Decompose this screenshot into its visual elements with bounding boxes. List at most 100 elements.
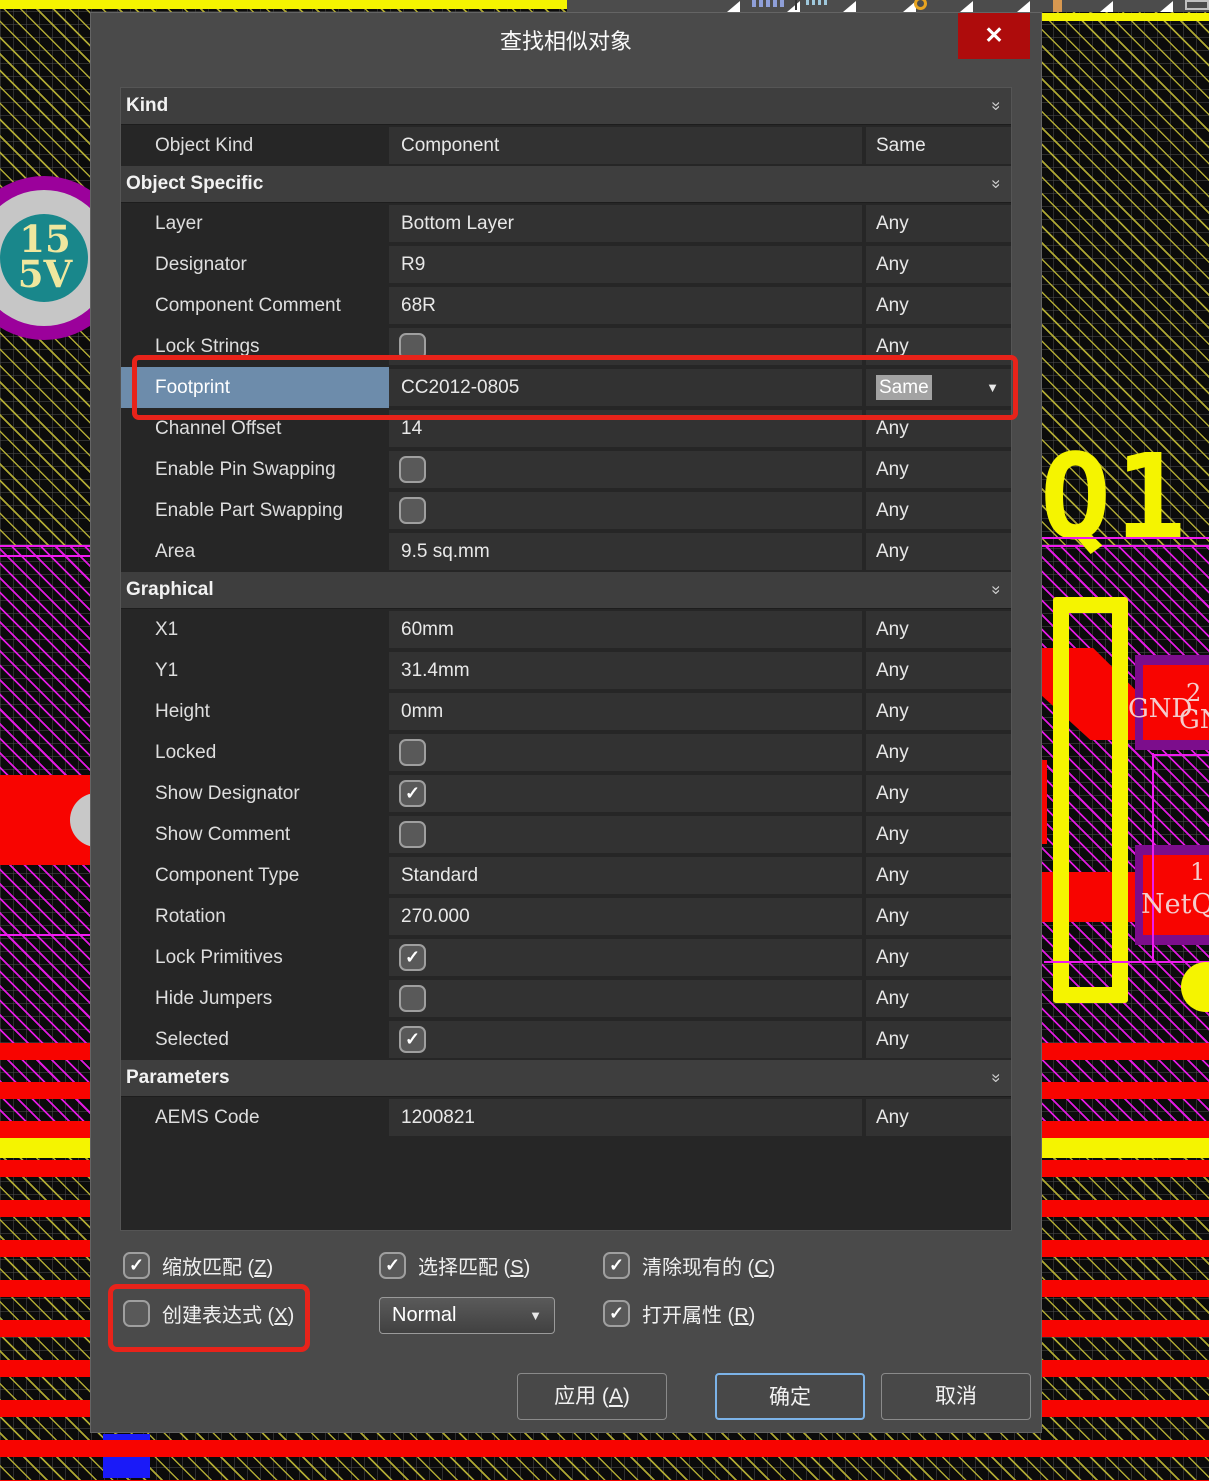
match-criteria-value: Any <box>876 619 909 640</box>
property-checkbox[interactable] <box>399 497 426 524</box>
property-row-component-comment: Component Comment68RAny <box>121 285 1011 326</box>
property-checkbox[interactable]: ✓ <box>399 1026 426 1053</box>
match-criteria-dropdown[interactable]: Any <box>866 775 1011 812</box>
match-criteria-dropdown[interactable]: Same▼ <box>866 369 1011 406</box>
property-value-field[interactable]: ✓ <box>389 775 862 812</box>
property-value-field[interactable]: 9.5 sq.mm <box>389 533 862 570</box>
property-value-field[interactable]: 68R <box>389 287 862 324</box>
cancel-button[interactable]: 取消 <box>881 1373 1031 1420</box>
pad-1-number: 1 <box>1190 858 1205 886</box>
collapse-chevron-icon[interactable]: » <box>978 585 1012 594</box>
property-checkbox[interactable] <box>399 739 426 766</box>
property-checkbox[interactable] <box>399 456 426 483</box>
swatch-icon[interactable] <box>1053 0 1062 12</box>
property-value-field[interactable] <box>389 328 862 365</box>
find-similar-objects-dialog: 查找相似对象 ✕ Kind»Object KindComponentSameOb… <box>90 12 1042 1433</box>
collapse-chevron-icon[interactable]: » <box>978 101 1012 110</box>
option-create-expression[interactable]: 创建表达式 (X) <box>123 1297 294 1329</box>
apply-button[interactable]: 应用 (A) <box>517 1373 667 1420</box>
property-value-field[interactable]: ✓ <box>389 939 862 976</box>
match-criteria-dropdown[interactable]: Any <box>866 328 1011 365</box>
property-row-x1: X160mmAny <box>121 609 1011 650</box>
match-criteria-dropdown[interactable]: Any <box>866 246 1011 283</box>
match-criteria-dropdown[interactable]: Any <box>866 205 1011 242</box>
option-clear-existing[interactable]: ✓清除现有的 (C) <box>603 1249 775 1281</box>
property-checkbox[interactable]: ✓ <box>399 944 426 971</box>
option-select-match-checkbox[interactable]: ✓ <box>379 1252 406 1279</box>
property-value-field[interactable]: 31.4mm <box>389 652 862 689</box>
property-label: Component Type <box>121 855 389 896</box>
dialog-title-bar[interactable]: 查找相似对象 ✕ <box>91 13 1041 73</box>
match-criteria-dropdown[interactable]: Any <box>866 451 1011 488</box>
property-value-field[interactable] <box>389 451 862 488</box>
property-value-field[interactable]: 1200821 <box>389 1099 862 1136</box>
copper-sliver <box>1042 760 1047 844</box>
ruler-marks-icon[interactable] <box>806 0 828 5</box>
property-value-field[interactable]: Bottom Layer <box>389 205 862 242</box>
match-criteria-dropdown[interactable]: Any <box>866 287 1011 324</box>
property-value-field[interactable] <box>389 980 862 1017</box>
property-checkbox[interactable] <box>399 985 426 1012</box>
property-value-field[interactable]: 60mm <box>389 611 862 648</box>
grid-dots-icon[interactable] <box>752 0 784 7</box>
dialog-title: 查找相似对象 <box>91 13 1041 71</box>
match-criteria-dropdown[interactable]: Any <box>866 410 1011 447</box>
match-criteria-dropdown[interactable]: Any <box>866 816 1011 853</box>
property-value-field[interactable]: 270.000 <box>389 898 862 935</box>
property-value-field[interactable] <box>389 816 862 853</box>
match-criteria-value: Any <box>876 541 909 562</box>
option-select-match[interactable]: ✓选择匹配 (S) <box>379 1249 530 1281</box>
property-row-channel-offset: Channel Offset14Any <box>121 408 1011 449</box>
option-zoom-match-checkbox[interactable]: ✓ <box>123 1252 150 1279</box>
match-criteria-value: Any <box>876 783 909 804</box>
match-criteria-dropdown[interactable]: Any <box>866 857 1011 894</box>
match-criteria-dropdown[interactable]: Any <box>866 652 1011 689</box>
property-value-field[interactable]: CC2012-0805 <box>389 369 862 406</box>
section-header-graphical[interactable]: Graphical» <box>121 572 1011 609</box>
component-courtyard-outline <box>1053 597 1128 1003</box>
match-criteria-dropdown[interactable]: Any <box>866 492 1011 529</box>
silk-bar-top <box>0 0 567 9</box>
match-criteria-dropdown[interactable]: Any <box>866 1021 1011 1058</box>
close-button[interactable]: ✕ <box>958 13 1030 59</box>
property-checkbox[interactable] <box>399 333 426 360</box>
match-mode-dropdown[interactable]: Normal ▼ <box>379 1297 555 1334</box>
property-value-field[interactable] <box>389 734 862 771</box>
property-value-field[interactable]: Standard <box>389 857 862 894</box>
match-criteria-dropdown[interactable]: Any <box>866 693 1011 730</box>
option-open-properties[interactable]: ✓打开属性 (R) <box>603 1297 755 1329</box>
collapse-chevron-icon[interactable]: » <box>978 179 1012 188</box>
ok-button[interactable]: 确定 <box>715 1373 865 1420</box>
section-header-kind[interactable]: Kind» <box>121 88 1011 125</box>
frame-tool-icon[interactable] <box>1185 0 1209 10</box>
match-criteria-dropdown[interactable]: Any <box>866 939 1011 976</box>
property-value-field[interactable] <box>389 492 862 529</box>
property-value-field[interactable]: ✓ <box>389 1021 862 1058</box>
match-criteria-dropdown[interactable]: Any <box>866 533 1011 570</box>
option-open-properties-checkbox[interactable]: ✓ <box>603 1300 630 1327</box>
property-label: Selected <box>121 1019 389 1060</box>
match-criteria-dropdown[interactable]: Any <box>866 980 1011 1017</box>
option-create-expression-checkbox[interactable] <box>123 1300 150 1327</box>
match-criteria-dropdown[interactable]: Any <box>866 898 1011 935</box>
match-criteria-dropdown[interactable]: Any <box>866 734 1011 771</box>
property-value-field[interactable]: 0mm <box>389 693 862 730</box>
pad-2-number: 2 <box>1186 679 1201 707</box>
option-zoom-match[interactable]: ✓缩放匹配 (Z) <box>123 1249 273 1281</box>
property-value-field[interactable]: 14 <box>389 410 862 447</box>
property-value-field[interactable]: Component <box>389 127 862 164</box>
collapse-chevron-icon[interactable]: » <box>978 1073 1012 1082</box>
property-value-field[interactable]: R9 <box>389 246 862 283</box>
match-criteria-value: Any <box>876 213 909 234</box>
match-criteria-dropdown[interactable]: Any <box>866 611 1011 648</box>
property-label: Height <box>121 691 389 732</box>
match-criteria-dropdown[interactable]: Same <box>866 127 1011 164</box>
property-label: Hide Jumpers <box>121 978 389 1019</box>
property-checkbox[interactable] <box>399 821 426 848</box>
match-criteria-value: Any <box>876 336 909 357</box>
match-criteria-dropdown[interactable]: Any <box>866 1099 1011 1136</box>
option-clear-existing-checkbox[interactable]: ✓ <box>603 1252 630 1279</box>
property-checkbox[interactable]: ✓ <box>399 780 426 807</box>
section-header-object-specific[interactable]: Object Specific» <box>121 166 1011 203</box>
section-header-parameters[interactable]: Parameters» <box>121 1060 1011 1097</box>
